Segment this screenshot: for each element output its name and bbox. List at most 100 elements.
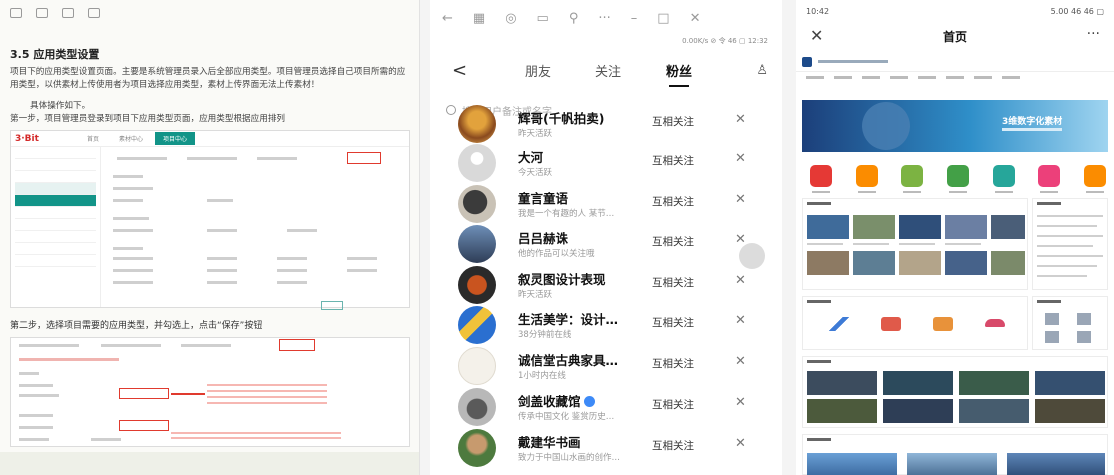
case-thumbnail[interactable] xyxy=(1035,399,1105,423)
floating-scroll-handle[interactable] xyxy=(739,243,765,269)
remove-fan-icon[interactable]: ✕ xyxy=(735,273,746,288)
embedded-save-button xyxy=(321,301,343,310)
case-thumbnail[interactable] xyxy=(807,371,877,395)
add-friend-icon[interactable]: ♙ xyxy=(756,63,768,78)
tab-following[interactable]: 关注 xyxy=(595,61,621,80)
case-thumbnail[interactable] xyxy=(1035,371,1105,395)
nav-item[interactable] xyxy=(862,76,880,79)
nav-item[interactable] xyxy=(946,76,964,79)
fan-row[interactable]: 生活美学：设计… 38分钟前在线 互相关注 ✕ xyxy=(430,304,782,348)
fan-row[interactable]: 童言童语 我是一个有趣的人 某节… 互相关注 ✕ xyxy=(430,183,782,227)
case-thumbnail[interactable] xyxy=(959,399,1029,423)
back-arrow-icon[interactable]: ← xyxy=(442,11,453,26)
remove-fan-icon[interactable]: ✕ xyxy=(735,313,746,328)
tab-fans[interactable]: 粉丝 xyxy=(666,61,692,87)
mutual-follow-button[interactable]: 互相关注 xyxy=(652,275,694,290)
close-window-icon[interactable]: ✕ xyxy=(690,11,701,26)
fan-row[interactable]: 戴建华书画 致力于中国山水画的创作… 互相关注 ✕ xyxy=(430,427,782,471)
bag-icon[interactable] xyxy=(881,317,901,331)
maximize-icon[interactable]: □ xyxy=(657,11,669,26)
category-icon xyxy=(1038,165,1061,187)
resource-thumbnail[interactable] xyxy=(807,251,849,275)
nav-item[interactable] xyxy=(918,76,936,79)
mutual-follow-button[interactable]: 互相关注 xyxy=(652,315,694,330)
building-icon[interactable] xyxy=(1045,313,1059,325)
resource-thumbnail[interactable] xyxy=(945,215,987,239)
showcase-thumbnail[interactable] xyxy=(807,453,897,475)
fan-row[interactable]: 叙灵图设计表现 昨天活跃 互相关注 ✕ xyxy=(430,264,782,308)
fan-status: 致力于中国山水画的创作… xyxy=(518,453,621,463)
fan-row[interactable]: 吕吕赫诛 他的作品可以关注哦 互相关注 ✕ xyxy=(430,223,782,267)
remove-fan-icon[interactable]: ✕ xyxy=(735,436,746,451)
fan-status: 昨天活跃 xyxy=(518,290,553,300)
case-thumbnail[interactable] xyxy=(883,399,953,423)
nav-item[interactable] xyxy=(1002,76,1020,79)
layout-icon[interactable] xyxy=(36,8,48,18)
fan-row[interactable]: 诚信堂古典家具… 1小时内在线 互相关注 ✕ xyxy=(430,345,782,389)
remove-fan-icon[interactable]: ✕ xyxy=(735,192,746,207)
fan-row[interactable]: 辉哥(千帆拍卖) 昨天活跃 互相关注 ✕ xyxy=(430,103,782,147)
resource-thumbnail[interactable] xyxy=(807,215,849,239)
mutual-follow-button[interactable]: 互相关注 xyxy=(652,356,694,371)
showcase-thumbnail[interactable] xyxy=(1007,453,1105,475)
back-chevron-icon[interactable]: < xyxy=(452,60,467,81)
print-icon[interactable] xyxy=(88,8,100,18)
mutual-follow-button[interactable]: 互相关注 xyxy=(652,438,694,453)
remove-fan-icon[interactable]: ✕ xyxy=(735,151,746,166)
settings-icon[interactable] xyxy=(1077,331,1091,343)
category-item[interactable] xyxy=(1083,165,1106,193)
image-icon[interactable] xyxy=(62,8,74,18)
more-icon[interactable]: ··· xyxy=(598,11,610,26)
nav-item[interactable] xyxy=(890,76,908,79)
resource-thumbnail[interactable] xyxy=(991,215,1025,239)
site-logo[interactable] xyxy=(802,56,812,67)
fan-row[interactable]: 大河 今天活跃 互相关注 ✕ xyxy=(430,142,782,186)
nav-item[interactable] xyxy=(834,76,852,79)
resource-thumbnail[interactable] xyxy=(899,251,941,275)
resource-thumbnail[interactable] xyxy=(991,251,1025,275)
fan-name: 剑盖收藏馆 xyxy=(518,391,595,410)
category-item[interactable] xyxy=(901,165,924,193)
remove-fan-icon[interactable]: ✕ xyxy=(735,112,746,127)
mutual-follow-button[interactable]: 互相关注 xyxy=(652,114,694,129)
page-view-icon[interactable] xyxy=(10,8,22,18)
remove-fan-icon[interactable]: ✕ xyxy=(735,395,746,410)
plane-icon[interactable] xyxy=(829,317,849,331)
screenshot-icon[interactable]: ▭ xyxy=(537,11,549,26)
minimize-icon[interactable]: – xyxy=(631,11,638,26)
mutual-follow-button[interactable]: 互相关注 xyxy=(652,234,694,249)
category-item[interactable] xyxy=(1038,165,1061,193)
nav-item[interactable] xyxy=(974,76,992,79)
category-item[interactable] xyxy=(946,165,969,193)
resource-thumbnail[interactable] xyxy=(853,251,895,275)
document-icon[interactable] xyxy=(1077,313,1091,325)
more-menu-icon[interactable]: ··· xyxy=(1087,26,1100,42)
step-one-screenshot: 3·Bit 首页 素材中心 项目中心 xyxy=(10,130,410,310)
hero-banner[interactable]: 3维数字化素材 xyxy=(802,100,1108,152)
embedded-header: 3·Bit 首页 素材中心 项目中心 xyxy=(11,131,409,147)
highlight-box xyxy=(347,152,381,164)
chart-icon[interactable] xyxy=(1045,331,1059,343)
pin-icon[interactable]: ⚲ xyxy=(569,11,579,26)
resource-thumbnail[interactable] xyxy=(853,215,895,239)
tab-friends[interactable]: 朋友 xyxy=(525,61,551,80)
resource-thumbnail[interactable] xyxy=(899,215,941,239)
mutual-follow-button[interactable]: 互相关注 xyxy=(652,153,694,168)
category-item[interactable] xyxy=(810,165,832,193)
fan-row[interactable]: 剑盖收藏馆 传承中国文化 鉴赏历史… 互相关注 ✕ xyxy=(430,386,782,430)
search-circle-icon[interactable]: ◎ xyxy=(505,11,516,26)
showcase-thumbnail[interactable] xyxy=(907,453,997,475)
case-thumbnail[interactable] xyxy=(807,399,877,423)
nav-item[interactable] xyxy=(806,76,824,79)
case-thumbnail[interactable] xyxy=(959,371,1029,395)
car-icon[interactable] xyxy=(985,319,1005,327)
resource-thumbnail[interactable] xyxy=(945,251,987,275)
category-item[interactable] xyxy=(855,165,878,193)
mutual-follow-button[interactable]: 互相关注 xyxy=(652,397,694,412)
category-item[interactable] xyxy=(992,165,1015,193)
grid-icon[interactable]: ▦ xyxy=(473,11,485,26)
printer-icon[interactable] xyxy=(933,317,953,331)
remove-fan-icon[interactable]: ✕ xyxy=(735,354,746,369)
case-thumbnail[interactable] xyxy=(883,371,953,395)
mutual-follow-button[interactable]: 互相关注 xyxy=(652,194,694,209)
